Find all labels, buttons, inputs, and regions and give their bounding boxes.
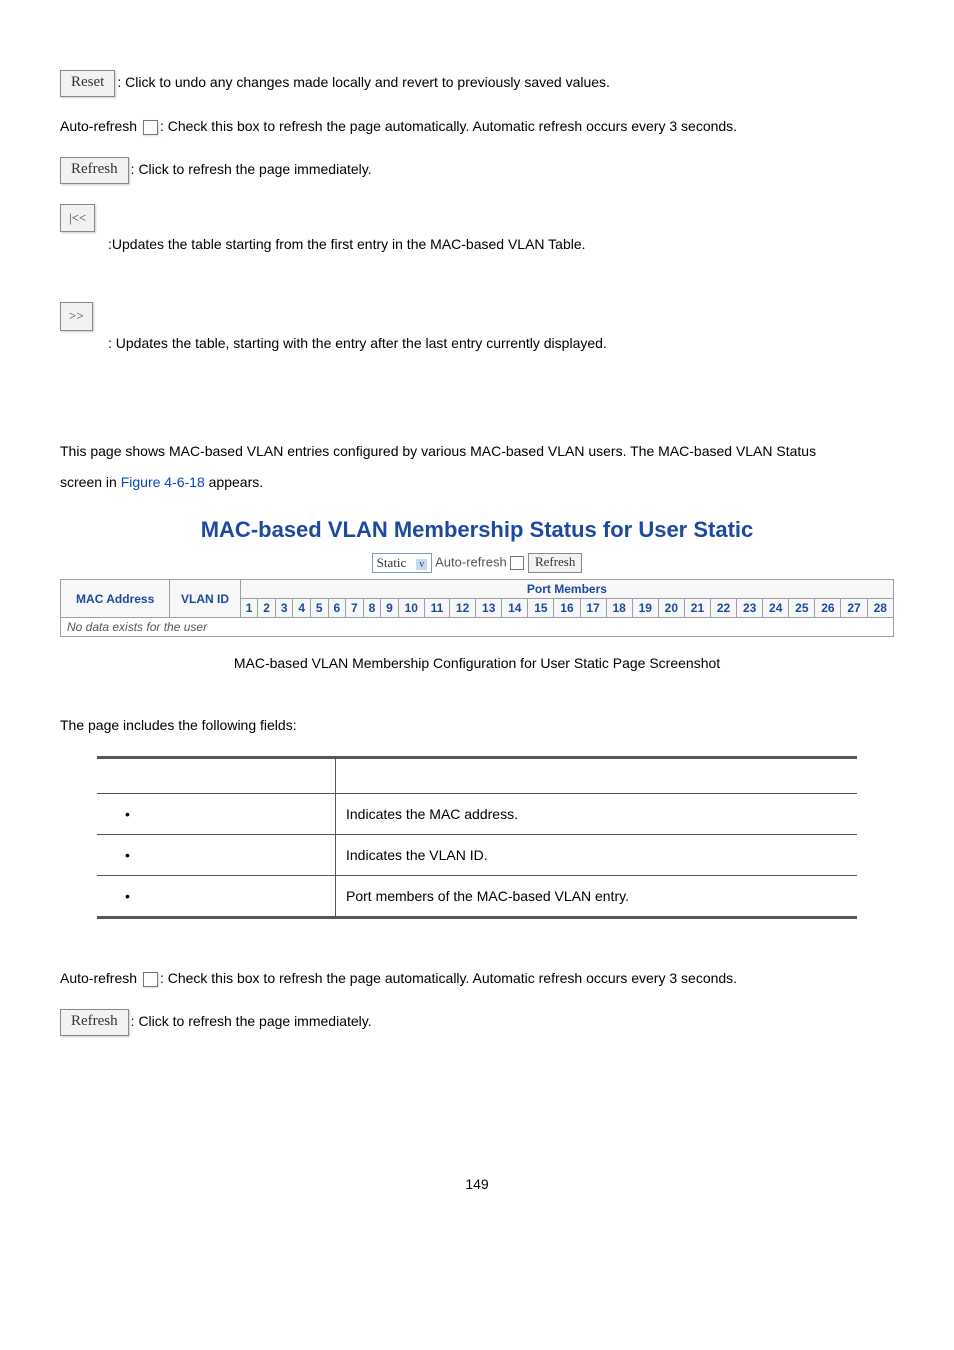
scr-auto-refresh-label: Auto-refresh: [435, 555, 507, 570]
intro-line-2a: screen in: [60, 474, 121, 490]
fields-intro: The page includes the following fields:: [60, 716, 894, 736]
refresh-button-row-bottom: Refresh: Click to refresh the page immed…: [60, 1009, 894, 1036]
auto-refresh-label: Auto-refresh: [60, 118, 137, 134]
field-desc: Indicates the MAC address.: [336, 793, 858, 834]
port-col: 4: [293, 599, 311, 618]
auto-refresh-row: Auto-refresh : Check this box to refresh…: [60, 117, 894, 137]
port-col: 7: [346, 599, 364, 618]
table-row: • Indicates the VLAN ID.: [97, 834, 857, 875]
port-col: 21: [684, 599, 710, 618]
port-col: 14: [502, 599, 528, 618]
col-vlan-id: VLAN ID: [170, 580, 241, 618]
port-col: 28: [867, 599, 893, 618]
port-col: 6: [328, 599, 346, 618]
port-col: 25: [789, 599, 815, 618]
refresh-desc: Click to refresh the page immediately.: [138, 161, 371, 177]
user-select-value: Static: [377, 555, 407, 570]
next-page-desc: : Updates the table, starting with the e…: [108, 335, 607, 351]
port-col: 18: [606, 599, 632, 618]
port-col: 22: [711, 599, 737, 618]
bullet-icon: •: [125, 888, 130, 904]
page-number: 149: [60, 1176, 894, 1192]
intro-line-2c: appears.: [205, 474, 263, 490]
port-col: 13: [476, 599, 502, 618]
port-col: 15: [528, 599, 554, 618]
first-page-desc: :Updates the table starting from the fir…: [108, 236, 586, 252]
refresh-desc: Click to refresh the page immediately.: [138, 1013, 371, 1029]
port-col: 12: [450, 599, 476, 618]
table-row: • Port members of the MAC-based VLAN ent…: [97, 875, 857, 917]
field-desc: Indicates the VLAN ID.: [336, 834, 858, 875]
table-row: • Indicates the MAC address.: [97, 793, 857, 834]
auto-refresh-desc: : Check this box to refresh the page aut…: [160, 118, 737, 134]
refresh-button[interactable]: Refresh: [60, 1009, 129, 1036]
intro-paragraph: This page shows MAC-based VLAN entries c…: [60, 436, 894, 498]
port-col: 11: [424, 599, 449, 618]
port-col: 20: [658, 599, 684, 618]
fields-table: • Indicates the MAC address. • Indicates…: [97, 756, 857, 919]
membership-table: MAC Address VLAN ID Port Members 1 2 3 4…: [60, 579, 894, 637]
reset-button[interactable]: Reset: [60, 70, 115, 97]
port-col: 2: [258, 599, 276, 618]
screenshot-caption: MAC-based VLAN Membership Configuration …: [60, 655, 894, 671]
auto-refresh-row-bottom: Auto-refresh : Check this box to refresh…: [60, 969, 894, 989]
no-data-row: No data exists for the user: [61, 618, 894, 637]
fields-header-row: [97, 757, 857, 793]
intro-line-1: This page shows MAC-based VLAN entries c…: [60, 443, 816, 459]
chevron-down-icon: v: [416, 559, 427, 570]
port-col: 16: [554, 599, 580, 618]
port-col: 5: [311, 599, 329, 618]
reset-desc: : Click to undo any changes made locally…: [117, 74, 610, 90]
port-col: 17: [580, 599, 606, 618]
user-select[interactable]: Staticv: [372, 553, 433, 573]
first-page-button-row: |<< :Updates the table starting from the…: [60, 204, 894, 258]
port-col: 8: [363, 599, 381, 618]
port-members-header: Port Members: [240, 580, 893, 599]
scr-auto-refresh-checkbox[interactable]: [510, 556, 524, 570]
checkbox-icon[interactable]: [143, 120, 158, 135]
port-col: 19: [632, 599, 658, 618]
port-col: 10: [398, 599, 424, 618]
screenshot-controls: Staticv Auto-refresh Refresh: [60, 553, 894, 573]
port-col: 23: [737, 599, 763, 618]
col-mac-address: MAC Address: [61, 580, 170, 618]
bullet-icon: •: [125, 806, 130, 822]
checkbox-icon[interactable]: [143, 972, 158, 987]
next-page-button-row: >> : Updates the table, starting with th…: [60, 302, 894, 356]
next-page-button[interactable]: >>: [60, 302, 93, 330]
port-col: 9: [381, 599, 399, 618]
port-col: 26: [815, 599, 841, 618]
scr-refresh-button[interactable]: Refresh: [528, 553, 582, 573]
refresh-button-row: Refresh: Click to refresh the page immed…: [60, 157, 894, 184]
field-desc: Port members of the MAC-based VLAN entry…: [336, 875, 858, 917]
port-col: 3: [275, 599, 293, 618]
auto-refresh-desc: : Check this box to refresh the page aut…: [160, 970, 737, 986]
figure-link[interactable]: Figure 4-6-18: [121, 474, 205, 490]
port-col: 24: [763, 599, 789, 618]
bullet-icon: •: [125, 847, 130, 863]
refresh-button[interactable]: Refresh: [60, 157, 129, 184]
port-col: 1: [240, 599, 258, 618]
reset-button-row: Reset: Click to undo any changes made lo…: [60, 70, 894, 97]
first-page-button[interactable]: |<<: [60, 204, 95, 232]
port-col: 27: [841, 599, 867, 618]
auto-refresh-label: Auto-refresh: [60, 970, 137, 986]
screenshot-title: MAC-based VLAN Membership Status for Use…: [60, 517, 894, 543]
screenshot-figure: MAC-based VLAN Membership Status for Use…: [60, 517, 894, 671]
